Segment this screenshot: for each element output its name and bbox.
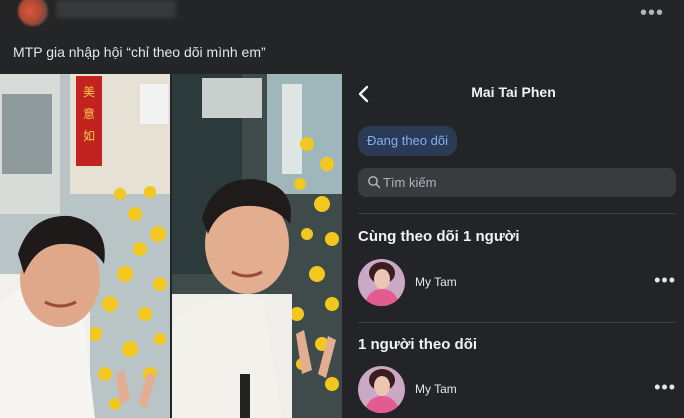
user-avatar[interactable]	[358, 259, 405, 306]
divider	[358, 213, 676, 214]
selfie-photo-left: 美 意 如	[0, 74, 170, 418]
svg-text:意: 意	[83, 106, 95, 121]
search-placeholder: Tìm kiếm	[383, 175, 437, 190]
svg-text:如: 如	[83, 128, 95, 143]
followers-panel: Mai Tai Phen Đang theo dõi Tìm kiếm Cùng…	[343, 74, 684, 418]
follower-user-row[interactable]: My Tam •••	[358, 366, 676, 416]
post-header: •••	[0, 0, 684, 40]
avatar-photo	[358, 259, 405, 306]
post-more-icon[interactable]: •••	[640, 2, 664, 25]
more-options-icon[interactable]: •••	[654, 377, 676, 398]
mutual-section-title: Cùng theo dõi 1 người	[358, 228, 520, 245]
divider	[358, 322, 676, 323]
search-icon	[368, 176, 381, 189]
avatar-photo	[358, 366, 405, 413]
selfie-photo-right	[172, 74, 342, 418]
post-photo-right[interactable]	[172, 74, 342, 418]
poster-avatar[interactable]	[18, 0, 48, 26]
poster-name-blurred	[56, 0, 176, 18]
user-avatar[interactable]	[358, 366, 405, 413]
search-input[interactable]: Tìm kiếm	[358, 168, 676, 197]
svg-text:美: 美	[83, 85, 95, 99]
mutual-user-row[interactable]: My Tam •••	[358, 259, 676, 309]
user-name[interactable]: My Tam	[415, 275, 457, 289]
more-options-icon[interactable]: •••	[654, 270, 676, 291]
post-caption: MTP gia nhập hội “chỉ theo dõi mình em”	[13, 44, 266, 60]
post-photo-left[interactable]: 美 意 如	[0, 74, 170, 418]
following-button[interactable]: Đang theo dõi	[358, 126, 457, 156]
user-name[interactable]: My Tam	[415, 382, 457, 396]
followers-section-title: 1 người theo dõi	[358, 336, 478, 353]
profile-title: Mai Tai Phen	[471, 84, 556, 100]
